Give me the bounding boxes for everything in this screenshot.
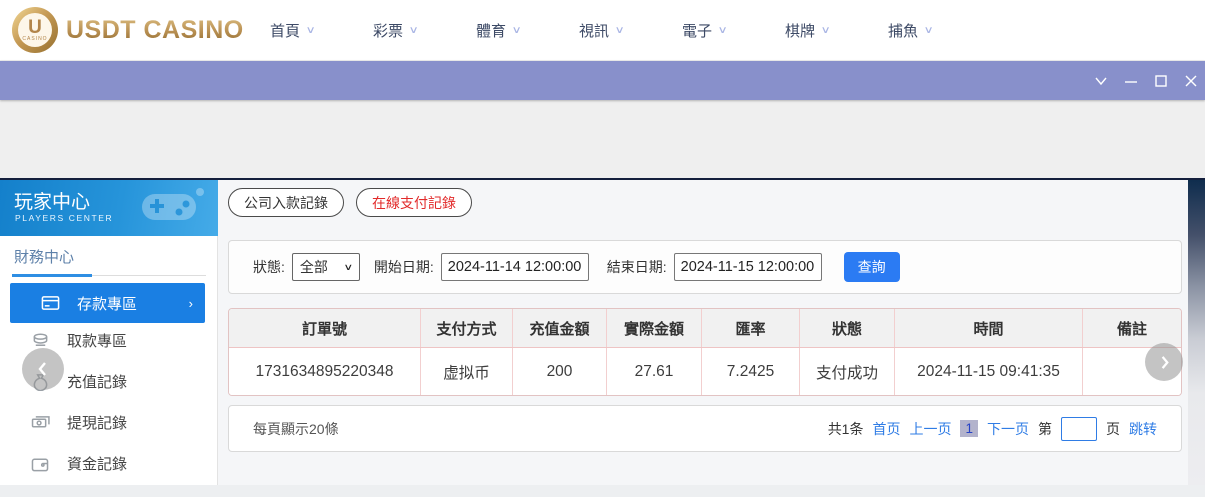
cell-rate: 7.2425 xyxy=(702,348,800,395)
col-header-pay-method: 支付方式 xyxy=(421,309,513,347)
purse-icon xyxy=(30,454,50,474)
cell-status: 支付成功 xyxy=(800,348,895,395)
logo-coin-caption: CASINO xyxy=(22,35,48,42)
start-date-label: 開始日期: xyxy=(373,259,434,275)
sidebar-menu: 取款專區 充值記錄 提現記錄 資金記錄 xyxy=(0,320,218,484)
tab-company-deposit-records[interactable]: 公司入款記錄 xyxy=(228,188,344,217)
logo-u-glyph: U xyxy=(28,16,42,38)
sidebar-item-label: 資金記錄 xyxy=(67,456,128,473)
nav-item-lottery[interactable]: 彩票 ∨ xyxy=(373,20,476,41)
filter-panel: 狀態: 全部 ∨ 開始日期: 結束日期: 查詢 xyxy=(228,240,1182,294)
current-page-badge: 1 xyxy=(960,420,978,437)
next-page-link[interactable]: 下一页 xyxy=(987,419,1029,439)
chevron-down-icon: ∨ xyxy=(305,25,316,36)
total-count: 共1条 xyxy=(827,420,864,437)
jump-label-pre: 第 xyxy=(1038,420,1052,437)
banknotes-icon xyxy=(30,413,50,433)
status-label: 狀態: xyxy=(253,259,285,275)
nav-item-home[interactable]: 首頁 ∨ xyxy=(270,20,373,41)
sidebar-header: 玩家中心 PLAYERS CENTER xyxy=(0,180,218,236)
logo[interactable]: U CASINO USDT CASINO xyxy=(12,7,244,53)
pagination-bar: 每頁顯示20條 共1条 首页 上一页 1 下一页 第 页 跳转 xyxy=(228,405,1182,452)
deposit-card-icon xyxy=(40,293,60,313)
background-edge xyxy=(1188,180,1205,485)
nav-item-sports[interactable]: 體育 ∨ xyxy=(476,20,579,41)
col-header-status: 狀態 xyxy=(800,309,895,347)
nav-item-live[interactable]: 視訊 ∨ xyxy=(579,20,682,41)
main-content: 公司入款記錄 在線支付記錄 狀態: 全部 ∨ 開始日期: 結束日期: 查詢 訂單… xyxy=(218,180,1188,485)
start-date-input[interactable] xyxy=(440,253,589,281)
col-header-rate: 匯率 xyxy=(702,309,800,347)
cell-order-id: 1731634895220348 xyxy=(229,348,421,395)
status-select[interactable]: 全部 ∨ xyxy=(291,253,360,281)
jump-button[interactable]: 跳转 xyxy=(1129,419,1157,439)
sidebar-section-title: 財務中心 xyxy=(14,249,75,266)
table-header-row: 訂單號 支付方式 充值金額 實際金額 匯率 狀態 時間 備註 xyxy=(229,309,1181,347)
sidebar-title: 玩家中心 xyxy=(14,192,91,213)
sidebar-item-label: 充值記錄 xyxy=(67,374,128,391)
chevron-down-icon: ∨ xyxy=(614,25,625,36)
cell-time: 2024-11-15 09:41:35 xyxy=(895,348,1083,395)
prev-page-link[interactable]: 上一页 xyxy=(909,419,951,439)
col-header-remark: 備註 xyxy=(1116,320,1147,338)
table-row: 1731634895220348 虚拟币 200 27.61 7.2425 支付… xyxy=(229,347,1181,395)
sidebar-item-withdrawal-record[interactable]: 提現記錄 xyxy=(0,402,218,443)
page-jump-input[interactable] xyxy=(1061,416,1097,441)
background-bottom xyxy=(0,485,1205,497)
main-nav: 首頁 ∨ 彩票 ∨ 體育 ∨ 視訊 ∨ 電子 ∨ 棋牌 ∨ 捕魚 ∨ xyxy=(270,0,991,61)
per-page-label: 每頁顯示20條 xyxy=(253,420,339,437)
sidebar-item-funds-record[interactable]: 資金記錄 xyxy=(0,443,218,484)
sidebar-item-label: 取款專區 xyxy=(67,333,128,350)
record-tabs: 公司入款記錄 在線支付記錄 xyxy=(228,188,472,217)
sidebar-item-deposit[interactable]: 存款專區 › xyxy=(10,283,205,323)
logo-wordmark: USDT CASINO xyxy=(66,15,244,44)
chevron-down-icon: ∨ xyxy=(923,25,934,36)
chevron-right-icon: › xyxy=(188,295,193,311)
nav-item-slots[interactable]: 電子 ∨ xyxy=(682,20,785,41)
logo-coin-icon: U CASINO xyxy=(12,7,58,53)
maximize-icon[interactable] xyxy=(1149,69,1172,92)
records-table: 訂單號 支付方式 充值金額 實際金額 匯率 狀態 時間 備註 173163489… xyxy=(228,308,1182,396)
sidebar-subtitle: PLAYERS CENTER xyxy=(15,213,114,223)
chevron-down-icon: ∨ xyxy=(511,25,522,36)
col-header-time: 時間 xyxy=(895,309,1083,347)
sidebar: 玩家中心 PLAYERS CENTER 財務中心 存款專區 › 取款專區 充值記… xyxy=(0,180,218,485)
gamepad-icon xyxy=(142,188,204,220)
window-titlebar xyxy=(0,61,1205,100)
query-button[interactable]: 查詢 xyxy=(843,252,900,282)
col-header-actual-amount: 實際金額 xyxy=(607,309,702,347)
sidebar-item-label: 提現記錄 xyxy=(67,415,128,432)
chevron-down-icon: ∨ xyxy=(820,25,831,36)
cell-recharge-amount: 200 xyxy=(513,348,607,395)
nav-item-fishing[interactable]: 捕魚 ∨ xyxy=(888,20,991,41)
sidebar-collapse-button[interactable] xyxy=(22,348,64,390)
carousel-next-button[interactable] xyxy=(1145,343,1183,381)
end-date-input[interactable] xyxy=(673,253,822,281)
divider-accent xyxy=(12,274,92,277)
first-page-link[interactable]: 首页 xyxy=(872,419,900,439)
col-header-order-id: 訂單號 xyxy=(229,309,421,347)
pager-controls: 共1条 首页 上一页 1 下一页 第 页 跳转 xyxy=(827,416,1157,441)
sidebar-item-label: 存款專區 xyxy=(77,295,138,313)
chevron-down-icon: ∨ xyxy=(408,25,419,36)
end-date-label: 結束日期: xyxy=(606,259,667,275)
jump-label-post: 页 xyxy=(1106,420,1120,437)
chevron-down-icon: ∨ xyxy=(343,261,354,272)
col-header-recharge-amount: 充值金額 xyxy=(513,309,607,347)
chevron-down-icon: ∨ xyxy=(717,25,728,36)
status-select-value: 全部 xyxy=(299,259,328,275)
close-icon[interactable] xyxy=(1179,69,1202,92)
site-header: U CASINO USDT CASINO 首頁 ∨ 彩票 ∨ 體育 ∨ 視訊 ∨ xyxy=(0,0,1205,61)
minimize-icon[interactable] xyxy=(1119,69,1142,92)
tab-online-payment-records[interactable]: 在線支付記錄 xyxy=(356,188,472,217)
window-controls xyxy=(1089,61,1202,100)
app-window: U CASINO USDT CASINO 首頁 ∨ 彩票 ∨ 體育 ∨ 視訊 ∨ xyxy=(0,0,1205,497)
nav-item-cards[interactable]: 棋牌 ∨ xyxy=(785,20,888,41)
collapse-chevron-icon[interactable] xyxy=(1089,69,1112,92)
cell-pay-method: 虚拟币 xyxy=(421,348,513,395)
cell-actual-amount: 27.61 xyxy=(607,348,702,395)
